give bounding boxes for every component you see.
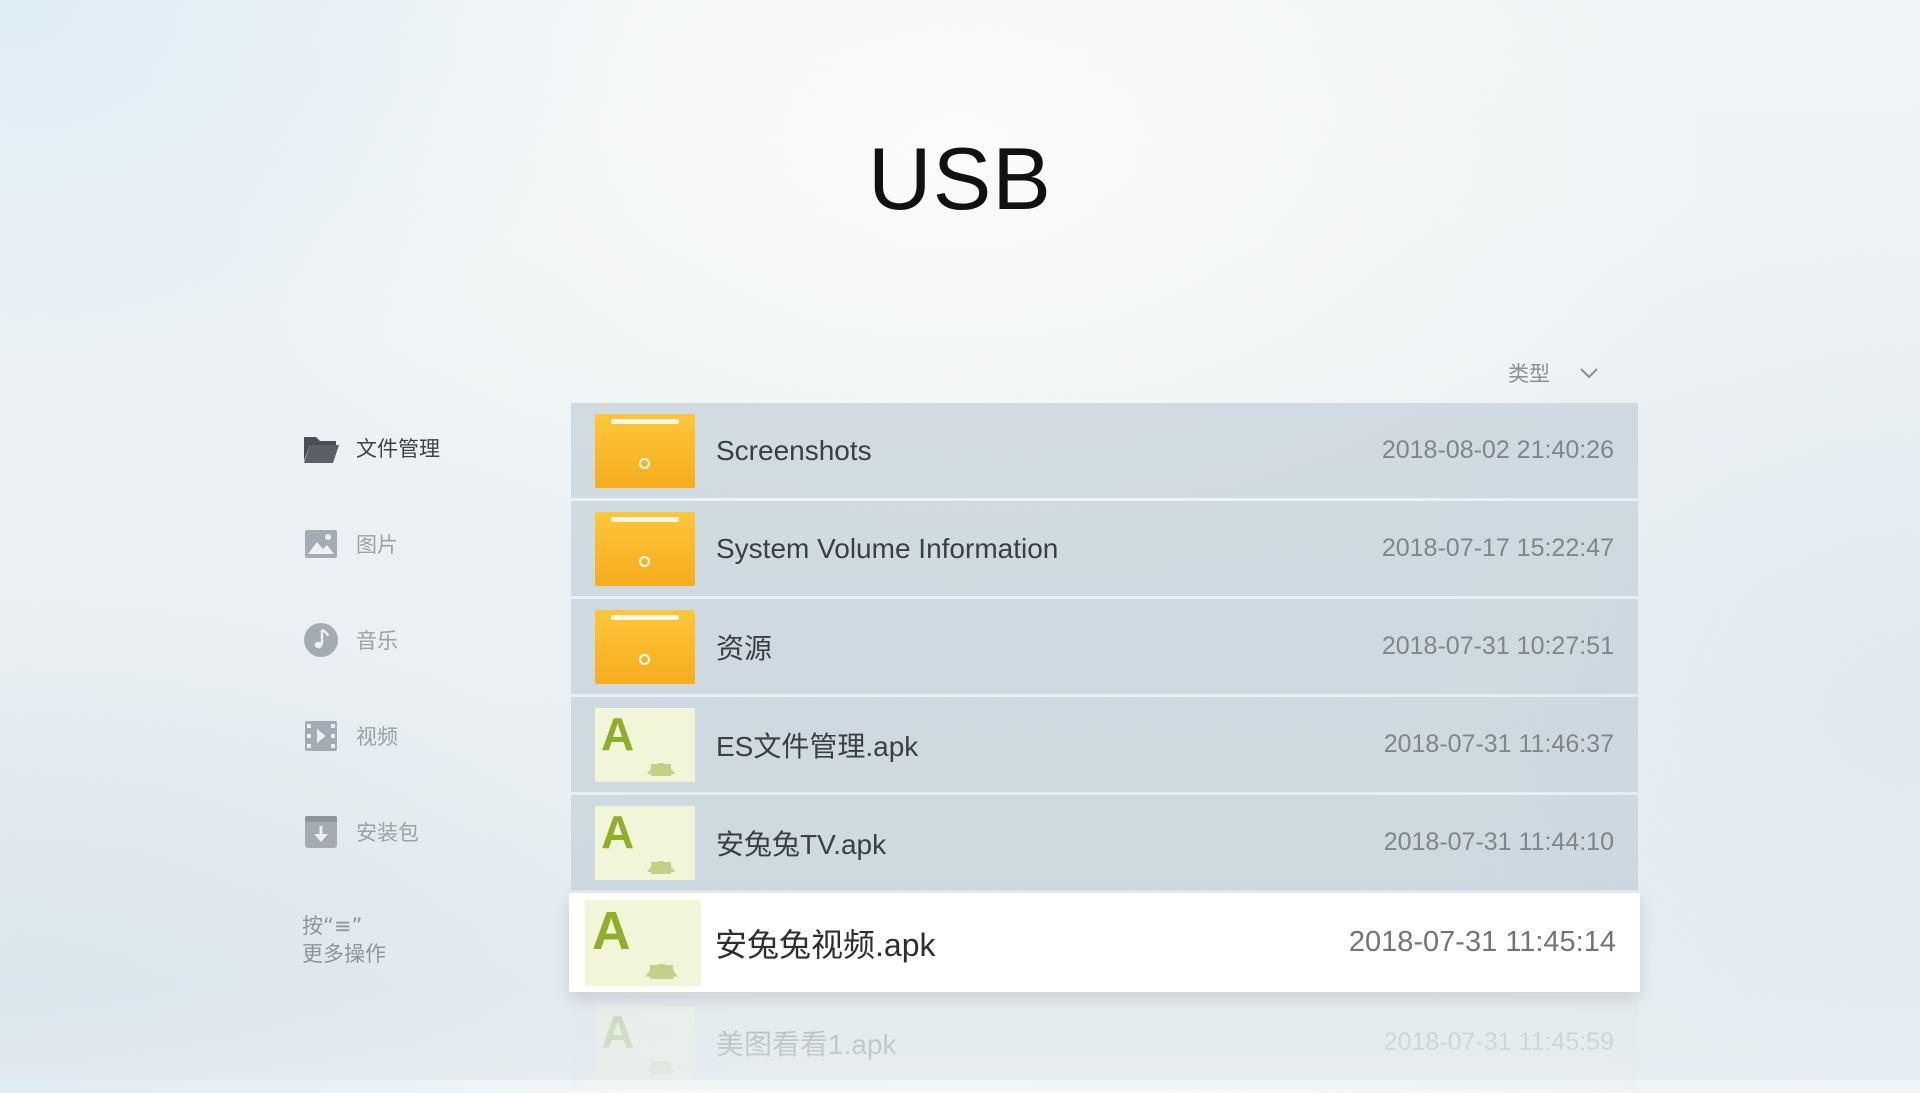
apk-icon: A xyxy=(595,805,695,880)
file-row-meitu-viewer-apk[interactable]: A 美图看看1.apk 2018-07-31 11:45:59 xyxy=(571,995,1638,1090)
sort-dropdown[interactable]: 类型 xyxy=(1508,358,1600,388)
hint-line: 更多操作 xyxy=(302,942,386,966)
more-actions-hint: 按“≡” 更多操作 xyxy=(302,912,386,968)
file-name: System Volume Information xyxy=(716,532,1059,564)
file-name: 美图看看1.apk xyxy=(716,1028,897,1060)
file-row-es-file-manager-apk[interactable]: A ES文件管理.apk 2018-07-31 11:46:37 xyxy=(571,697,1638,792)
sidebar-item-images[interactable]: 图片 xyxy=(302,524,440,564)
music-icon xyxy=(302,622,340,658)
sidebar-item-label: 视频 xyxy=(356,725,398,749)
file-date: 2018-07-17 15:22:47 xyxy=(1381,534,1614,562)
file-row-screenshots[interactable]: Screenshots 2018-08-02 21:40:26 xyxy=(571,403,1638,498)
file-date: 2018-07-31 11:45:59 xyxy=(1383,1028,1614,1056)
file-name: ES文件管理.apk xyxy=(716,730,919,762)
file-date: 2018-07-31 11:45:14 xyxy=(1348,926,1616,958)
apk-icon: A xyxy=(585,899,701,986)
file-row-resources[interactable]: 资源 2018-07-31 10:27:51 xyxy=(571,599,1638,694)
chevron-down-icon xyxy=(1580,368,1598,379)
svg-text:A: A xyxy=(601,806,634,858)
folder-icon xyxy=(595,413,695,488)
apk-icon: A xyxy=(595,707,695,782)
sidebar-item-music[interactable]: 音乐 xyxy=(302,620,440,660)
file-list: Screenshots 2018-08-02 21:40:26 System V… xyxy=(569,403,1640,1093)
svg-text:A: A xyxy=(592,901,631,960)
file-name: 安兔兔视频.apk xyxy=(715,926,936,963)
file-date: 2018-08-02 21:40:26 xyxy=(1381,436,1614,464)
video-icon xyxy=(302,718,340,754)
image-icon xyxy=(302,526,340,562)
page-title: USB xyxy=(868,129,1052,228)
svg-text:A: A xyxy=(601,1006,634,1058)
file-row-antutu-video-apk[interactable]: A 安兔兔视频.apk 2018-07-31 11:45:14 xyxy=(569,893,1640,992)
apk-icon: A xyxy=(585,899,701,986)
folder-icon xyxy=(302,430,340,466)
apk-icon: A xyxy=(595,805,695,880)
svg-text:A: A xyxy=(601,708,634,760)
sidebar: 文件管理 图片 音乐 视频 安装包 xyxy=(302,428,440,908)
file-date: 2018-07-31 11:46:37 xyxy=(1383,730,1614,758)
sidebar-item-videos[interactable]: 视频 xyxy=(302,716,440,756)
file-name: Screenshots xyxy=(716,434,872,466)
hint-line: 按“≡” xyxy=(302,914,363,938)
apk-icon: A xyxy=(595,1005,695,1080)
file-row-antutu-tv-apk[interactable]: A 安兔兔TV.apk 2018-07-31 11:44:10 xyxy=(571,795,1638,890)
folder-icon xyxy=(595,609,695,684)
file-date: 2018-07-31 10:27:51 xyxy=(1381,632,1614,660)
sidebar-item-label: 音乐 xyxy=(356,629,398,653)
apk-icon: A xyxy=(595,1005,695,1080)
sidebar-item-label: 文件管理 xyxy=(356,437,440,461)
sidebar-item-file-manager[interactable]: 文件管理 xyxy=(302,428,440,468)
sort-label: 类型 xyxy=(1508,362,1550,386)
apk-icon: A xyxy=(595,707,695,782)
folder-icon xyxy=(595,511,695,586)
package-icon xyxy=(302,814,340,850)
sidebar-item-label: 安装包 xyxy=(356,821,419,845)
file-name: 安兔兔TV.apk xyxy=(716,828,887,860)
sidebar-item-label: 图片 xyxy=(356,533,398,557)
file-name: 资源 xyxy=(716,632,773,664)
file-date: 2018-07-31 11:44:10 xyxy=(1383,828,1614,856)
sidebar-item-packages[interactable]: 安装包 xyxy=(302,812,440,852)
file-row-system-volume-information[interactable]: System Volume Information 2018-07-17 15:… xyxy=(571,501,1638,596)
